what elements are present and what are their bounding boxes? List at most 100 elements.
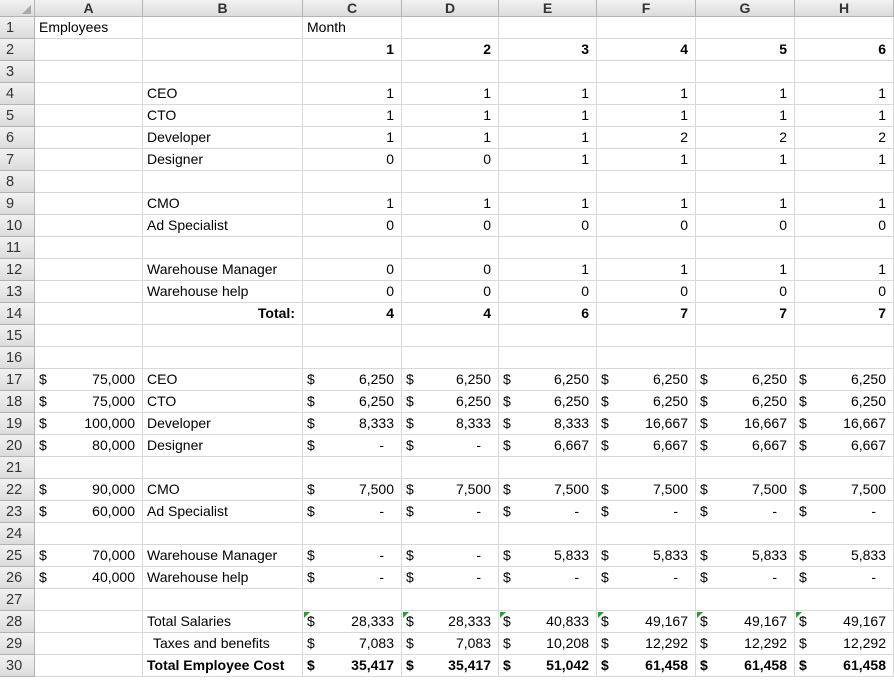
cell-f29[interactable]: $12,292 [597,633,696,655]
cell-b13[interactable]: Warehouse help [143,281,303,303]
cell-g19[interactable]: $16,667 [696,413,795,435]
row-header-6[interactable]: 6 [0,127,35,149]
cell-b27[interactable] [143,589,303,611]
cell-g27[interactable] [696,589,795,611]
cell-b19[interactable]: Developer [143,413,303,435]
cell-b17[interactable]: CEO [143,369,303,391]
row-header-26[interactable]: 26 [0,567,35,589]
cell-a16[interactable] [35,347,143,369]
cell-f13[interactable]: 0 [597,281,696,303]
cell-d5[interactable]: 1 [402,105,499,127]
cell-g8[interactable] [696,171,795,193]
cell-g30[interactable]: $61,458 [696,655,795,677]
cell-g20[interactable]: $6,667 [696,435,795,457]
cell-d29[interactable]: $7,083 [402,633,499,655]
cell-h1[interactable] [795,17,894,39]
row-header-16[interactable]: 16 [0,347,35,369]
cell-f25[interactable]: $5,833 [597,545,696,567]
cell-h27[interactable] [795,589,894,611]
cell-f4[interactable]: 1 [597,83,696,105]
cell-d13[interactable]: 0 [402,281,499,303]
cell-b5[interactable]: CTO [143,105,303,127]
cell-a12[interactable] [35,259,143,281]
cell-a13[interactable] [35,281,143,303]
cell-g22[interactable]: $7,500 [696,479,795,501]
cell-d2[interactable]: 2 [402,39,499,61]
cell-h3[interactable] [795,61,894,83]
cell-b18[interactable]: CTO [143,391,303,413]
column-header-c[interactable]: C [303,0,402,17]
cell-b21[interactable] [143,457,303,479]
cell-h4[interactable]: 1 [795,83,894,105]
cell-e16[interactable] [499,347,597,369]
cell-b26[interactable]: Warehouse help [143,567,303,589]
cell-d20[interactable]: $ - [402,435,499,457]
cell-h14[interactable]: 7 [795,303,894,325]
cell-c25[interactable]: $ - [303,545,402,567]
cell-f16[interactable] [597,347,696,369]
cell-g25[interactable]: $5,833 [696,545,795,567]
cell-e28[interactable]: $40,833 [499,611,597,633]
cell-d25[interactable]: $ - [402,545,499,567]
cell-c16[interactable] [303,347,402,369]
cell-b30[interactable]: Total Employee Cost [143,655,303,677]
cell-e19[interactable]: $8,333 [499,413,597,435]
cell-e29[interactable]: $10,208 [499,633,597,655]
cell-b24[interactable] [143,523,303,545]
cell-d10[interactable]: 0 [402,215,499,237]
cell-b8[interactable] [143,171,303,193]
cell-b20[interactable]: Designer [143,435,303,457]
row-header-9[interactable]: 9 [0,193,35,215]
cell-d24[interactable] [402,523,499,545]
cell-d27[interactable] [402,589,499,611]
cell-c6[interactable]: 1 [303,127,402,149]
cell-d30[interactable]: $35,417 [402,655,499,677]
cell-d17[interactable]: $6,250 [402,369,499,391]
cell-h11[interactable] [795,237,894,259]
cell-g12[interactable]: 1 [696,259,795,281]
cell-c23[interactable]: $ - [303,501,402,523]
cell-b16[interactable] [143,347,303,369]
cell-a6[interactable] [35,127,143,149]
cell-g7[interactable]: 1 [696,149,795,171]
column-header-g[interactable]: G [696,0,795,17]
cell-h30[interactable]: $61,458 [795,655,894,677]
cell-a30[interactable] [35,655,143,677]
cell-b6[interactable]: Developer [143,127,303,149]
cell-e21[interactable] [499,457,597,479]
cell-f11[interactable] [597,237,696,259]
cell-d16[interactable] [402,347,499,369]
row-header-8[interactable]: 8 [0,171,35,193]
cell-a15[interactable] [35,325,143,347]
row-header-4[interactable]: 4 [0,83,35,105]
cell-d6[interactable]: 1 [402,127,499,149]
cell-b9[interactable]: CMO [143,193,303,215]
cell-e26[interactable]: $ - [499,567,597,589]
cell-h13[interactable]: 0 [795,281,894,303]
cell-a11[interactable] [35,237,143,259]
cell-h28[interactable]: $49,167 [795,611,894,633]
cell-b12[interactable]: Warehouse Manager [143,259,303,281]
cell-f8[interactable] [597,171,696,193]
spreadsheet-grid[interactable]: A B C D E F G H 1 Employees Month 2 1 2 3 4 5 6 3 4 CEO 1 1 1 1 1… [0,0,894,680]
cell-a20[interactable]: $80,000 [35,435,143,457]
cell-f10[interactable]: 0 [597,215,696,237]
cell-a24[interactable] [35,523,143,545]
column-header-d[interactable]: D [402,0,499,17]
cell-e17[interactable]: $6,250 [499,369,597,391]
cell-c14[interactable]: 4 [303,303,402,325]
row-header-19[interactable]: 19 [0,413,35,435]
cell-c29[interactable]: $7,083 [303,633,402,655]
cell-e25[interactable]: $5,833 [499,545,597,567]
cell-d19[interactable]: $8,333 [402,413,499,435]
cell-a21[interactable] [35,457,143,479]
cell-h16[interactable] [795,347,894,369]
cell-h15[interactable] [795,325,894,347]
cell-c5[interactable]: 1 [303,105,402,127]
cell-h26[interactable]: $ - [795,567,894,589]
cell-e5[interactable]: 1 [499,105,597,127]
cell-g1[interactable] [696,17,795,39]
cell-f5[interactable]: 1 [597,105,696,127]
cell-c11[interactable] [303,237,402,259]
cell-f28[interactable]: $49,167 [597,611,696,633]
